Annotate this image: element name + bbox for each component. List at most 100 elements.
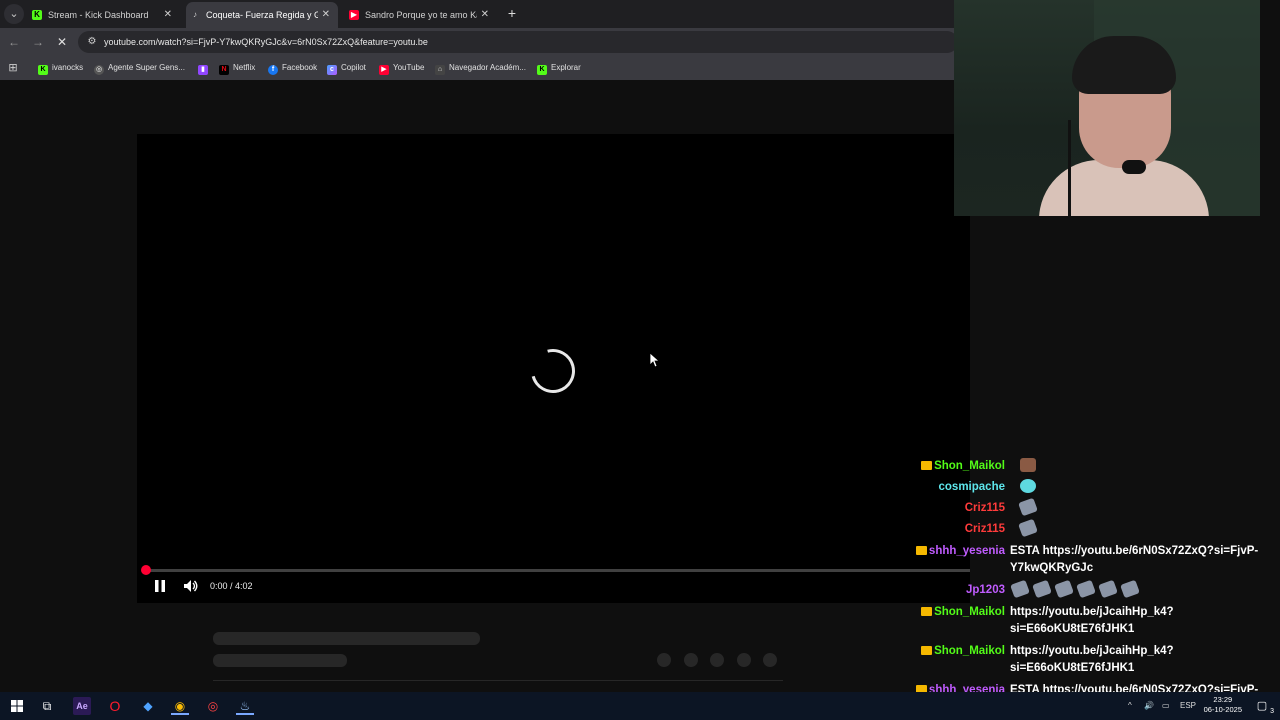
chat-username: Shon_Maikol bbox=[934, 645, 1005, 657]
chat-username: shhh_yesenia bbox=[928, 545, 1005, 557]
clock[interactable]: 23:29 06-10-2025 bbox=[1204, 695, 1242, 715]
volume-tray-icon[interactable]: 🔊 bbox=[1144, 692, 1154, 720]
divider bbox=[213, 680, 783, 681]
chat-emotes bbox=[1018, 497, 1042, 518]
windows-start-icon[interactable] bbox=[8, 697, 26, 715]
emote-icon bbox=[1018, 518, 1038, 538]
chat-overlay: Shon_Maikol cosmipache Criz115 Criz115 s… bbox=[900, 458, 1280, 720]
bookmark-label: Copilot bbox=[341, 63, 366, 72]
kick-icon: K bbox=[537, 65, 547, 75]
kick-icon: K bbox=[38, 65, 48, 75]
kick-icon: K bbox=[32, 10, 42, 20]
headset-cable bbox=[1068, 120, 1071, 216]
bookmark-netflix[interactable]: N Netflix bbox=[219, 56, 255, 80]
language-indicator[interactable]: ESP bbox=[1180, 692, 1196, 720]
emote-icon bbox=[1098, 579, 1118, 599]
task-view-icon[interactable]: ⧉ bbox=[38, 697, 56, 715]
close-icon[interactable]: ✕ bbox=[164, 2, 172, 28]
chat-username-row: Shon_Maikol bbox=[921, 643, 1005, 660]
clock-time: 23:29 bbox=[1213, 695, 1233, 704]
title-placeholder bbox=[213, 632, 480, 645]
windows-taskbar: ⧉ Ae O ◆ ◉ ◎ ♨ ^ 🔊 ▭ ESP 23:29 06-10-202… bbox=[0, 692, 1280, 720]
steam-icon[interactable]: ♨ bbox=[236, 697, 254, 715]
action-placeholder bbox=[710, 653, 724, 667]
chrome-icon[interactable]: ◉ bbox=[171, 697, 189, 715]
tab-label: Coqueta- Fuerza Regida y Grupo bbox=[206, 10, 318, 20]
chat-username: cosmipache bbox=[938, 481, 1005, 493]
site-info-icon[interactable]: ⚙ bbox=[86, 36, 98, 48]
webcam-overlay bbox=[954, 0, 1260, 216]
copilot-icon: c bbox=[327, 65, 337, 75]
back-arrow-icon[interactable]: ← bbox=[6, 34, 22, 50]
app-icon[interactable]: ◆ bbox=[139, 697, 157, 715]
chat-username-row: Shon_Maikol bbox=[921, 458, 1005, 475]
chat-text: https://youtu.be/jJcaihHp_k4?si=E66oKU8t… bbox=[1010, 645, 1174, 674]
tab-kick-dashboard[interactable]: K Stream - Kick Dashboard ✕ bbox=[28, 2, 180, 28]
emote-icon bbox=[1010, 579, 1030, 599]
bookmark-agente[interactable]: ◎ Agente Super Gens... bbox=[94, 56, 185, 80]
crown-badge-icon bbox=[921, 607, 933, 616]
streamer-hair bbox=[1072, 36, 1176, 94]
new-tab-button[interactable]: + bbox=[505, 4, 519, 22]
opera-icon[interactable]: O bbox=[106, 697, 124, 715]
address-bar[interactable]: ⚙ youtube.com/watch?si=FjvP-Y7kwQKRyGJc&… bbox=[78, 31, 958, 53]
bookmark-youtube[interactable]: ▶ YouTube bbox=[379, 56, 424, 80]
close-icon[interactable]: ✕ bbox=[322, 2, 330, 28]
channel-placeholder bbox=[213, 654, 347, 667]
scrubber-handle[interactable] bbox=[141, 565, 151, 575]
tab-sandro-karaoke[interactable]: ▶ Sandro Porque yo te amo Karaoke ✕ bbox=[345, 2, 497, 28]
crown-badge-icon bbox=[921, 646, 933, 655]
bookmark-copilot[interactable]: c Copilot bbox=[327, 56, 366, 80]
pause-icon[interactable] bbox=[153, 579, 167, 593]
tab-label: Sandro Porque yo te amo Karaoke bbox=[365, 10, 477, 20]
tray-chevron-icon[interactable]: ^ bbox=[1128, 692, 1132, 720]
spacer bbox=[1260, 0, 1280, 216]
twitch-icon: ▮ bbox=[198, 65, 208, 75]
audio-playing-icon: ♪ bbox=[193, 10, 197, 19]
bookmark-explorar[interactable]: K Explorar bbox=[537, 56, 581, 80]
bookmark-label: Facebook bbox=[282, 63, 318, 72]
chat-emotes bbox=[1020, 458, 1042, 476]
notification-count: 3 bbox=[1270, 708, 1274, 715]
netflix-icon: N bbox=[219, 65, 229, 75]
emote-icon bbox=[1054, 579, 1074, 599]
action-placeholder bbox=[684, 653, 698, 667]
microphone-icon bbox=[1122, 160, 1146, 174]
chat-username: Criz115 bbox=[964, 523, 1005, 535]
chat-text: ESTA https://youtu.be/6rN0Sx72ZxQ?si=Fjv… bbox=[1010, 545, 1259, 574]
mouse-cursor-icon bbox=[649, 352, 659, 368]
volume-icon[interactable] bbox=[183, 579, 199, 593]
stop-loading-icon[interactable]: ✕ bbox=[54, 34, 70, 50]
obs-icon[interactable]: ◎ bbox=[204, 697, 222, 715]
chat-emotes bbox=[1020, 479, 1042, 497]
notification-icon[interactable]: ▢ bbox=[1254, 698, 1270, 714]
close-icon[interactable]: ✕ bbox=[481, 2, 489, 28]
emote-icon bbox=[1032, 579, 1052, 599]
video-time: 0:00 / 4:02 bbox=[210, 581, 253, 591]
bookmark-label: Netflix bbox=[233, 63, 256, 72]
after-effects-icon[interactable]: Ae bbox=[73, 697, 91, 715]
chat-emotes bbox=[1018, 518, 1042, 539]
chat-username: Criz115 bbox=[964, 502, 1005, 514]
chat-emotes bbox=[1010, 579, 1144, 600]
action-placeholder bbox=[763, 653, 777, 667]
tab-search-icon[interactable]: ⌄ bbox=[4, 4, 24, 24]
emote-icon bbox=[1018, 497, 1038, 517]
academic-icon: ⌂ bbox=[435, 65, 445, 75]
bookmark-ivanocks[interactable]: Kivanocks bbox=[38, 56, 83, 80]
bookmark-navegador[interactable]: ⌂ Navegador Académ... bbox=[435, 56, 526, 80]
clock-date: 06-10-2025 bbox=[1203, 705, 1242, 714]
bookmark-label: ivanocks bbox=[52, 63, 84, 72]
url-text: youtube.com/watch?si=FjvP-Y7kwQKRyGJc&v=… bbox=[104, 37, 428, 47]
bookmark-twitch[interactable]: ▮ bbox=[198, 56, 212, 80]
chat-text: https://youtu.be/jJcaihHp_k4?si=E66oKU8t… bbox=[1010, 606, 1174, 635]
chat-username-row: Shon_Maikol bbox=[921, 604, 1005, 621]
emote-icon bbox=[1020, 479, 1036, 493]
network-icon[interactable]: ▭ bbox=[1162, 692, 1170, 720]
bookmark-facebook[interactable]: f Facebook bbox=[268, 56, 317, 80]
video-progress-bar[interactable] bbox=[145, 569, 970, 572]
apps-grid-icon[interactable]: ⊞ bbox=[7, 62, 19, 74]
forward-arrow-icon[interactable]: → bbox=[30, 34, 46, 50]
tab-coqueta[interactable]: ♪ Coqueta- Fuerza Regida y Grupo ✕ bbox=[186, 2, 338, 28]
bookmark-label: Explorar bbox=[551, 63, 581, 72]
